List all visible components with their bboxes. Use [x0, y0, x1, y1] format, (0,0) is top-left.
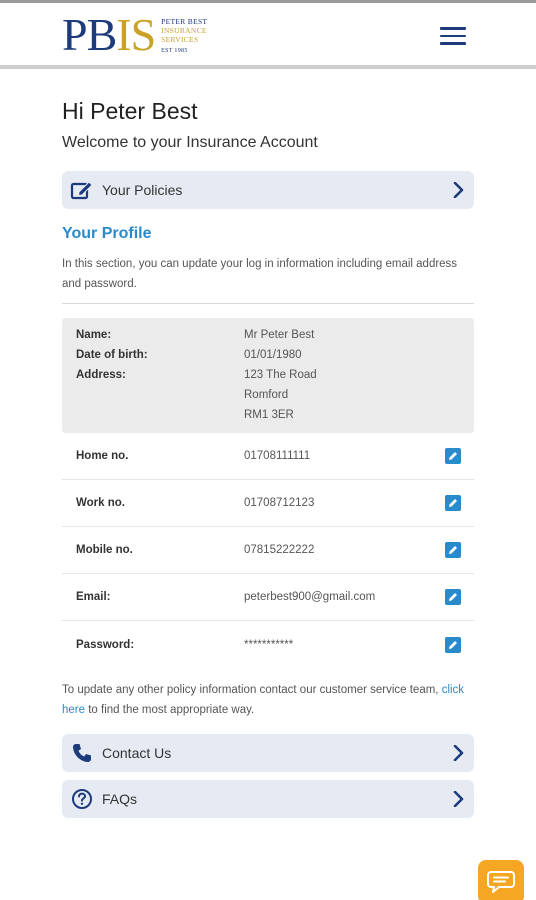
address-line-1: 123 The Road	[244, 369, 317, 381]
logo-is: IS	[116, 9, 156, 60]
work-number-value: 01708712123	[244, 497, 315, 509]
address-key: Address:	[76, 369, 126, 381]
name-key: Name:	[76, 329, 112, 341]
dob-key: Date of birth:	[76, 349, 148, 361]
menu-bar	[440, 42, 466, 45]
address-row: Address: 123 The Road	[76, 369, 317, 381]
logo-letters: PBIS	[62, 9, 156, 60]
your-policies-button[interactable]: Your Policies	[62, 171, 474, 209]
dob-value: 01/01/1980	[244, 349, 302, 361]
edit-document-icon	[62, 180, 102, 200]
contact-us-label: Contact Us	[102, 745, 172, 761]
pbis-logo[interactable]: PBIS PETER BEST INSURANCE SERVICES EST 1…	[62, 11, 207, 59]
password-key: Password:	[76, 638, 135, 651]
menu-bar	[440, 27, 466, 30]
address-line-2: Romford	[244, 389, 289, 401]
profile-info-box: Name: Mr Peter Best Date of birth: 01/01…	[62, 318, 474, 433]
logo-line-2a: INSURANCE	[161, 26, 207, 35]
edit-email-icon[interactable]	[445, 589, 461, 605]
logo-line-2b: SERVICES	[161, 35, 199, 44]
chevron-right-icon	[444, 791, 474, 807]
mobile-number-key: Mobile no.	[76, 544, 133, 556]
address-line-3: RM1 3ER	[244, 409, 294, 421]
app-header: PBIS PETER BEST INSURANCE SERVICES EST 1…	[0, 3, 536, 69]
password-row: Password: ***********	[62, 621, 474, 668]
footer-note-text: To update any other policy information c…	[62, 684, 442, 696]
logo-line-1: PETER BEST	[161, 17, 208, 26]
chevron-right-icon	[444, 182, 474, 198]
contact-us-button[interactable]: Contact Us	[62, 734, 474, 772]
password-value: ***********	[244, 638, 294, 651]
logo-subtitle: PETER BEST INSURANCE SERVICES EST 1985	[161, 17, 207, 56]
name-value: Mr Peter Best	[244, 329, 315, 341]
greeting-heading: Hi Peter Best	[62, 98, 198, 124]
mobile-number-row: Mobile no. 07815222222	[62, 527, 474, 574]
edit-mobile-number-icon[interactable]	[445, 542, 461, 558]
home-number-key: Home no.	[76, 450, 129, 462]
chat-bubble-icon	[487, 871, 515, 893]
email-row: Email: peterbest900@gmail.com	[62, 574, 474, 621]
hamburger-icon[interactable]	[440, 27, 466, 47]
home-number-value: 01708111111	[244, 450, 311, 462]
work-number-key: Work no.	[76, 497, 125, 509]
faqs-button[interactable]: FAQs	[62, 780, 474, 818]
chevron-right-icon	[444, 745, 474, 761]
home-number-row: Home no. 01708111111	[62, 433, 474, 480]
faqs-label: FAQs	[102, 791, 138, 807]
profile-title: Your Profile	[62, 225, 152, 242]
phone-icon	[62, 742, 102, 764]
logo-line-3: EST 1985	[161, 48, 188, 54]
profile-description: In this section, you can update your log…	[62, 258, 458, 290]
welcome-text: Welcome to your Insurance Account	[62, 134, 318, 151]
edit-work-number-icon[interactable]	[445, 495, 461, 511]
email-value: peterbest900@gmail.com	[244, 591, 376, 603]
edit-home-number-icon[interactable]	[445, 448, 461, 464]
divider	[62, 303, 474, 304]
email-key: Email:	[76, 591, 111, 603]
logo-pb: PB	[62, 9, 117, 60]
question-circle-icon	[62, 788, 102, 810]
chat-button[interactable]	[478, 860, 524, 900]
edit-password-icon[interactable]	[445, 636, 461, 653]
work-number-row: Work no. 01708712123	[62, 480, 474, 527]
footer-note: To update any other policy information c…	[62, 680, 474, 720]
your-policies-label: Your Policies	[102, 182, 183, 198]
name-row: Name: Mr Peter Best	[76, 329, 314, 341]
mobile-number-value: 07815222222	[244, 544, 315, 556]
footer-note-text-end: to find the most appropriate way.	[85, 704, 255, 716]
dob-row: Date of birth: 01/01/1980	[76, 349, 302, 361]
menu-bar	[440, 34, 466, 37]
